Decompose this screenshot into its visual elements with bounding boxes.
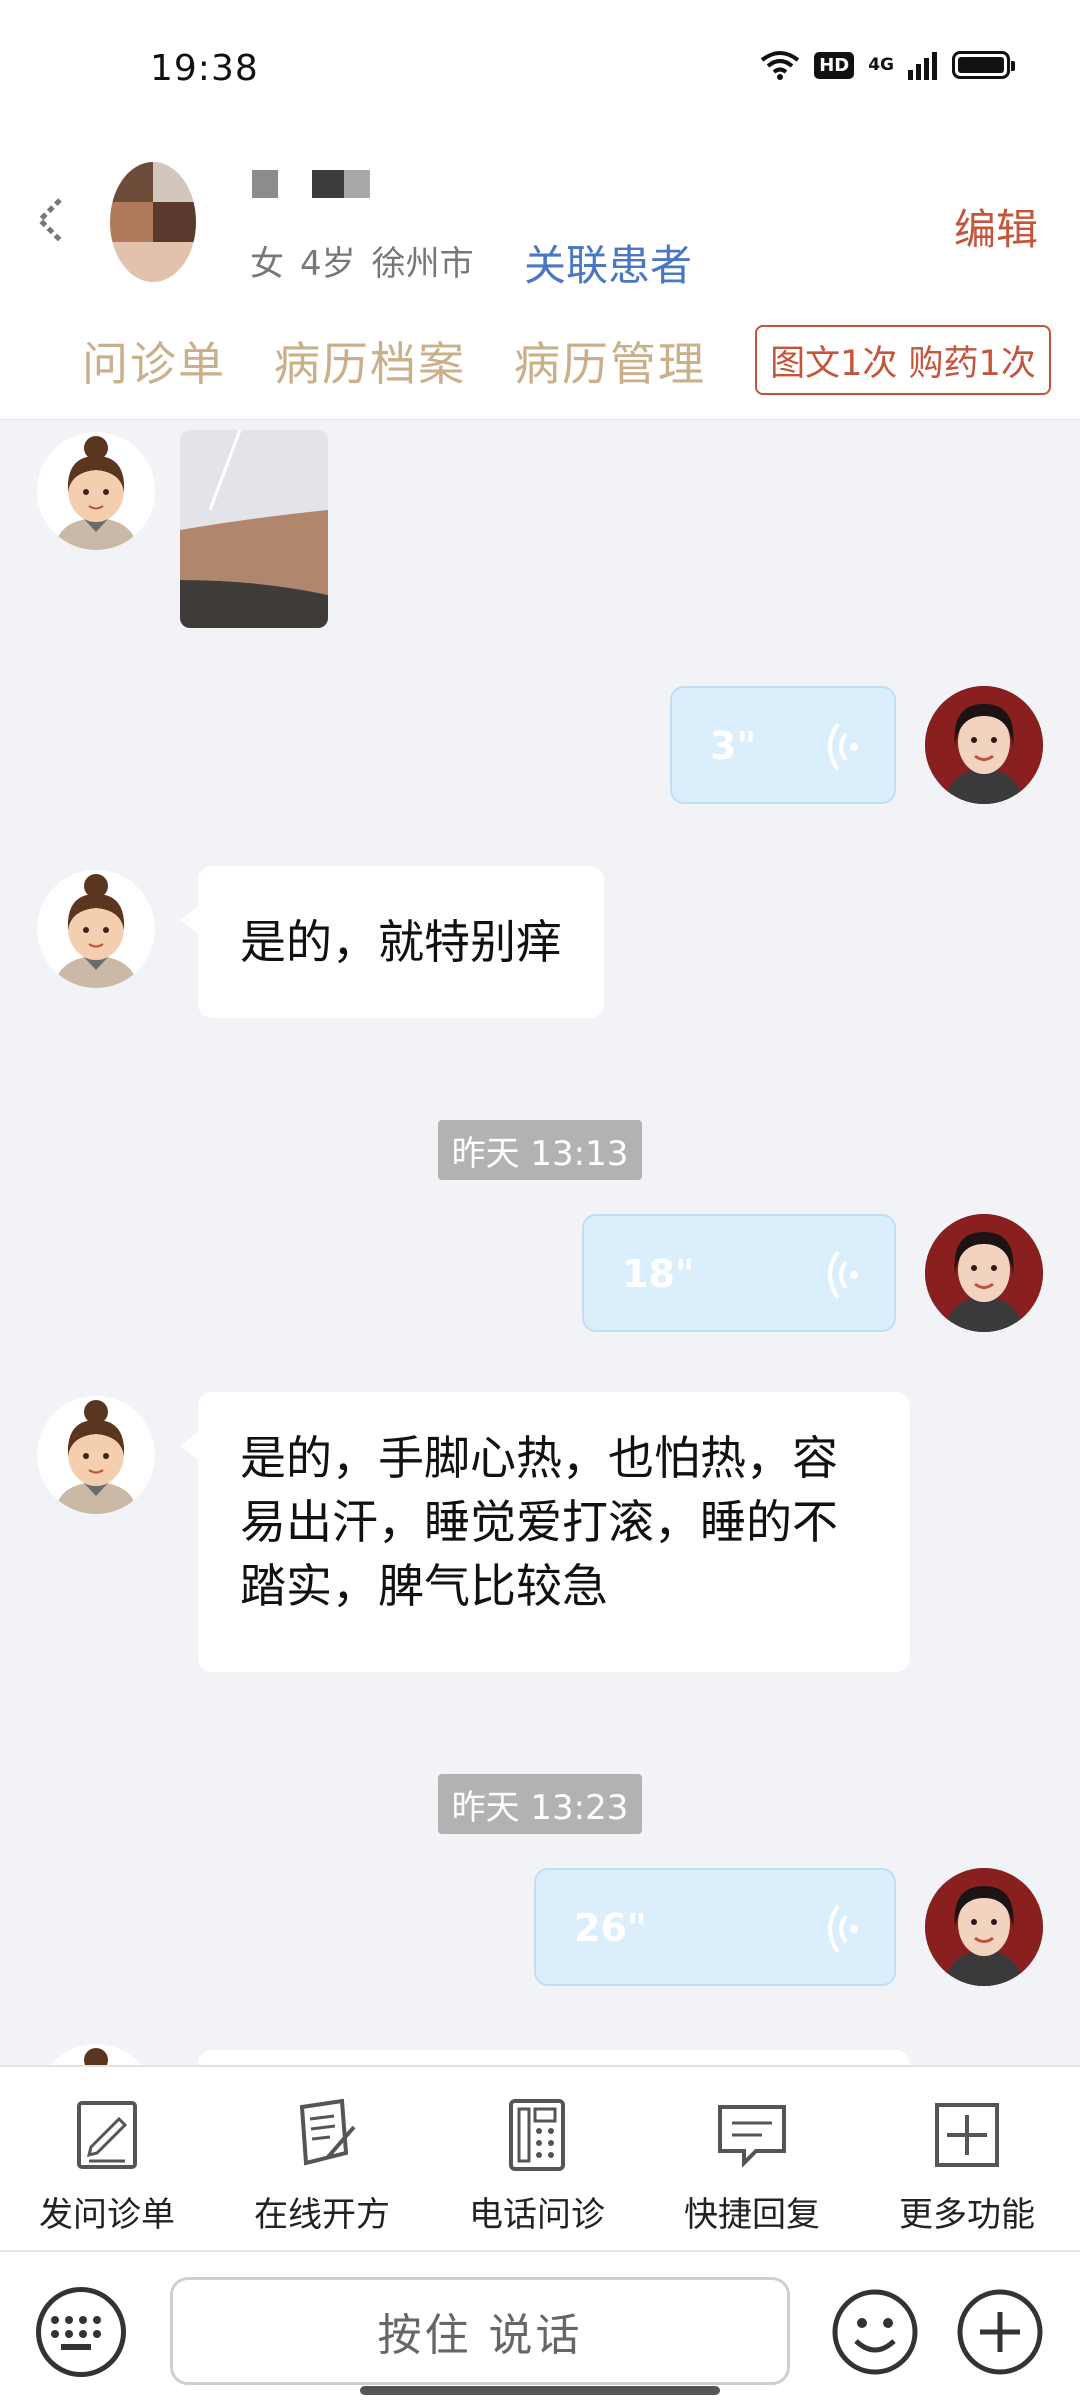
input-bar: 按住 说话 — [0, 2250, 1080, 2400]
patient-age: 4岁 — [300, 244, 356, 284]
message-text: 是的，就特别痒 — [240, 915, 562, 969]
message-text-line: 易出汗，睡觉爱打滚，睡的不 — [240, 1495, 838, 1549]
online-prescription-button[interactable]: 在线开方 — [227, 2097, 417, 2236]
patient-photo-message[interactable] — [180, 430, 328, 628]
function-toolbar: 发问诊单 在线开方 电话问诊 快捷回复 更多功能 — [0, 2065, 1080, 2250]
patient-chat-avatar[interactable] — [37, 1396, 155, 1514]
text-message[interactable]: 是的，手脚心热，也怕热，容 易出汗，睡觉爱打滚，睡的不 踏实，脾气比较急 — [180, 1392, 910, 1672]
hd-icon: HD — [814, 51, 855, 79]
patient-avatar[interactable] — [110, 162, 196, 282]
tool-label: 快捷回复 — [684, 2195, 820, 2235]
doctor-avatar[interactable] — [925, 1868, 1043, 1986]
tool-label: 更多功能 — [899, 2195, 1035, 2235]
voice-message[interactable]: 26" — [534, 1868, 896, 1986]
questionnaire-icon — [77, 2101, 137, 2169]
patient-name-redacted — [252, 170, 370, 198]
network-type-label: 4G — [868, 55, 894, 75]
signal-icon — [908, 52, 937, 80]
tool-label: 在线开方 — [254, 2195, 390, 2235]
patient-meta: 女 4岁 徐州市 — [250, 236, 490, 285]
quick-reply-button[interactable]: 快捷回复 — [657, 2097, 847, 2236]
phone-icon — [509, 2099, 565, 2171]
status-icons: HD 4G — [760, 50, 1015, 80]
chat-area[interactable]: 3" 是的，就特别痒 昨天 13:13 18" 是的，手脚心热，也怕热，容 易出… — [0, 420, 1080, 2065]
text-message[interactable]: 是的，就特别痒 — [180, 866, 604, 1018]
voice-message[interactable]: 3" — [670, 686, 896, 804]
prescription-icon — [299, 2098, 356, 2166]
send-questionnaire-button[interactable]: 发问诊单 — [12, 2097, 202, 2236]
voice-message[interactable]: 18" — [582, 1214, 896, 1332]
tab-medical-management[interactable]: 病历管理 — [514, 328, 706, 394]
chat-timestamp: 昨天 13:23 — [438, 1774, 642, 1834]
record-tabs: 问诊单 病历档案 病历管理 — [82, 328, 706, 394]
patient-gender: 女 — [250, 244, 284, 284]
battery-icon — [952, 51, 1015, 79]
more-icon — [935, 2103, 999, 2167]
voice-duration: 26" — [574, 1906, 647, 1950]
voice-wave-icon — [828, 1904, 858, 1954]
message-text-line: 踏实，脾气比较急 — [240, 1559, 608, 1613]
tool-label: 发问诊单 — [39, 2195, 175, 2235]
quick-reply-icon — [718, 2105, 786, 2168]
keyboard-icon[interactable] — [36, 2287, 126, 2377]
tab-medical-archive[interactable]: 病历档案 — [274, 328, 466, 394]
doctor-avatar[interactable] — [925, 686, 1043, 804]
text-message-partial — [198, 2050, 910, 2065]
patient-chat-avatar[interactable] — [37, 870, 155, 988]
doctor-avatar[interactable] — [925, 1214, 1043, 1332]
home-indicator[interactable] — [360, 2386, 720, 2395]
plus-icon[interactable] — [955, 2287, 1045, 2377]
edit-button[interactable]: 编辑 — [954, 196, 1038, 257]
patient-chat-avatar-partial — [37, 2044, 155, 2065]
service-quota-badge[interactable]: 图文1次 购药1次 — [755, 325, 1051, 395]
tool-label: 电话问诊 — [469, 2195, 605, 2235]
back-icon[interactable] — [30, 190, 70, 250]
voice-wave-icon — [828, 1250, 858, 1300]
more-functions-button[interactable]: 更多功能 — [872, 2097, 1062, 2236]
voice-wave-icon — [828, 722, 858, 772]
phone-consult-button[interactable]: 电话问诊 — [442, 2097, 632, 2236]
hold-to-talk-button[interactable]: 按住 说话 — [170, 2277, 790, 2385]
status-bar: 19:38 HD 4G — [0, 0, 1080, 140]
emoji-icon[interactable] — [830, 2287, 920, 2377]
status-time: 19:38 — [150, 48, 259, 89]
tab-questionnaire[interactable]: 问诊单 — [82, 328, 226, 394]
patient-chat-avatar[interactable] — [37, 432, 155, 550]
patient-city: 徐州市 — [371, 244, 474, 284]
wifi-icon — [760, 51, 800, 80]
message-text-line: 是的，手脚心热，也怕热，容 — [240, 1431, 838, 1485]
patient-header: 女 4岁 徐州市 关联患者 编辑 问诊单 病历档案 病历管理 图文1次 购药1次 — [0, 140, 1080, 420]
voice-duration: 3" — [710, 724, 757, 768]
link-patient-button[interactable]: 关联患者 — [524, 232, 692, 293]
voice-duration: 18" — [622, 1252, 695, 1296]
chat-timestamp: 昨天 13:13 — [438, 1120, 642, 1180]
